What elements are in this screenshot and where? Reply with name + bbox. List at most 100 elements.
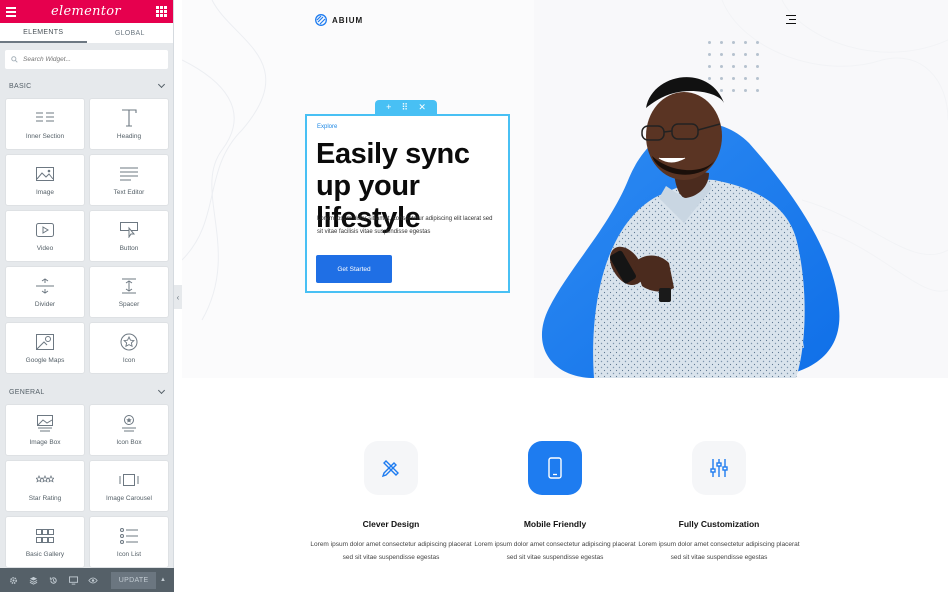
get-started-button[interactable]: Get Started	[316, 255, 392, 283]
widget-image-carousel[interactable]: Image Carousel	[90, 461, 168, 511]
panel-header: elementor	[0, 0, 173, 23]
elementor-logo: elementor	[51, 4, 121, 19]
search-input[interactable]	[23, 56, 153, 63]
panel-tabs: ELEMENTS GLOBAL	[0, 23, 173, 44]
widget-label: Divider	[34, 300, 56, 308]
feature-clever-design: Clever Design Lorem ipsum dolor amet con…	[306, 441, 476, 564]
widget-label: Image Carousel	[106, 494, 152, 502]
brand-name: ABIUM	[332, 15, 364, 25]
feature-text: Lorem ipsum dolor amet consectetur adipi…	[638, 541, 800, 561]
settings-gear-icon[interactable]	[4, 568, 24, 592]
hero-text-section[interactable]: Explore Easily sync up your lifestyle Lo…	[305, 114, 510, 293]
abium-logo-icon	[315, 14, 327, 26]
hamburger-menu-icon[interactable]	[786, 15, 796, 24]
feature-title: Clever Design	[362, 519, 420, 529]
widgets-grid-icon[interactable]	[156, 6, 167, 17]
star-circle-icon	[119, 333, 139, 351]
basic-gallery-icon	[35, 527, 55, 545]
widget-video[interactable]: Video	[6, 211, 84, 261]
heading-icon	[119, 108, 139, 127]
widget-label: Icon Box	[116, 438, 142, 446]
widget-label: Icon	[122, 356, 136, 364]
button-icon	[119, 221, 139, 239]
feature-mobile-friendly: Mobile Friendly Lorem ipsum dolor amet c…	[470, 441, 640, 564]
feature-text: Lorem ipsum dolor amet consectetur adipi…	[310, 541, 472, 561]
widget-label: Basic Gallery	[25, 550, 65, 558]
widget-google-maps[interactable]: Google Maps	[6, 323, 84, 373]
preview-eye-icon[interactable]	[84, 568, 104, 592]
navigator-layers-icon[interactable]	[24, 568, 44, 592]
widget-divider[interactable]: Divider	[6, 267, 84, 317]
widget-label: Image Box	[29, 438, 61, 446]
widget-text-editor[interactable]: Text Editor	[90, 155, 168, 205]
tab-elements[interactable]: ELEMENTS	[0, 23, 87, 43]
icon-box-icon	[119, 414, 139, 433]
widget-spacer[interactable]: Spacer	[90, 267, 168, 317]
category-general-label: GENERAL	[9, 388, 45, 396]
widget-search	[5, 50, 168, 69]
update-button[interactable]: UPDATE	[111, 571, 156, 589]
widget-inner-section[interactable]: Inner Section	[6, 99, 84, 149]
general-widgets: Image Box Icon Box Star Rating Image Car…	[0, 405, 173, 567]
category-basic[interactable]: BASIC	[0, 73, 173, 99]
basic-widgets: Inner Section Heading Image Text Editor …	[0, 99, 173, 373]
drag-handle-icon[interactable]: ⠿	[402, 102, 409, 113]
widget-icon[interactable]: Icon	[90, 323, 168, 373]
divider-icon	[35, 277, 55, 295]
spacer-icon	[119, 277, 139, 295]
history-icon[interactable]	[44, 568, 64, 592]
widget-star-rating[interactable]: Star Rating	[6, 461, 84, 511]
widget-image[interactable]: Image	[6, 155, 84, 205]
elementor-panel: elementor ELEMENTS GLOBAL BASIC Inner Se…	[0, 0, 174, 592]
elementor-editor: elementor ELEMENTS GLOBAL BASIC Inner Se…	[0, 0, 948, 592]
text-editor-icon	[119, 165, 139, 183]
feature-title: Fully Customization	[678, 519, 760, 529]
feature-fully-customization: Fully Customization Lorem ipsum dolor am…	[634, 441, 804, 564]
add-section-icon[interactable]: +	[386, 102, 391, 112]
widget-icon-list[interactable]: Icon List	[90, 517, 168, 567]
preview-canvas: ABIUM + ⠿ ✕ Explore Easily sync up your …	[182, 0, 948, 592]
widget-button[interactable]: Button	[90, 211, 168, 261]
widget-label: Star Rating	[28, 494, 62, 502]
search-icon	[11, 56, 18, 63]
widget-label: Button	[119, 244, 139, 252]
sliders-icon	[710, 459, 728, 477]
widget-label: Icon List	[116, 550, 142, 558]
widget-image-box[interactable]: Image Box	[6, 405, 84, 455]
feature-icon-box	[364, 441, 418, 495]
feature-title: Mobile Friendly	[523, 519, 587, 529]
google-maps-icon	[35, 333, 55, 351]
update-options-caret-icon[interactable]: ▲	[156, 572, 170, 589]
widget-label: Spacer	[118, 300, 140, 308]
chevron-down-icon	[157, 80, 166, 89]
widget-label: Text Editor	[113, 188, 145, 196]
hero-section: ABIUM + ⠿ ✕ Explore Easily sync up your …	[182, 0, 948, 378]
collapse-panel-toggle[interactable]: ‹	[174, 285, 182, 309]
responsive-desktop-icon[interactable]	[64, 568, 84, 592]
widget-label: Heading	[116, 132, 142, 140]
chevron-down-icon	[157, 386, 166, 395]
site-brand[interactable]: ABIUM	[315, 14, 363, 26]
category-general[interactable]: GENERAL	[0, 379, 173, 405]
tab-global[interactable]: GLOBAL	[87, 23, 174, 43]
icon-list-icon	[119, 527, 139, 545]
hero-person-image	[541, 77, 840, 378]
hamburger-menu-icon[interactable]	[6, 6, 16, 17]
widget-basic-gallery[interactable]: Basic Gallery	[6, 517, 84, 567]
widget-label: Inner Section	[25, 132, 65, 140]
widget-label: Video	[36, 244, 54, 252]
pencil-ruler-icon	[381, 460, 399, 478]
feature-icon-box	[528, 441, 582, 495]
delete-section-close-icon[interactable]: ✕	[418, 102, 426, 113]
widget-icon-box[interactable]: Icon Box	[90, 405, 168, 455]
image-carousel-icon	[119, 471, 139, 489]
panel-footer: UPDATE ▲	[0, 568, 174, 592]
inner-section-icon	[35, 109, 55, 127]
video-icon	[35, 221, 55, 239]
category-basic-label: BASIC	[9, 82, 32, 90]
widget-label: Google Maps	[25, 356, 65, 364]
image-box-icon	[35, 414, 55, 433]
feature-icon-box	[692, 441, 746, 495]
widget-heading[interactable]: Heading	[90, 99, 168, 149]
mobile-icon	[548, 457, 562, 479]
